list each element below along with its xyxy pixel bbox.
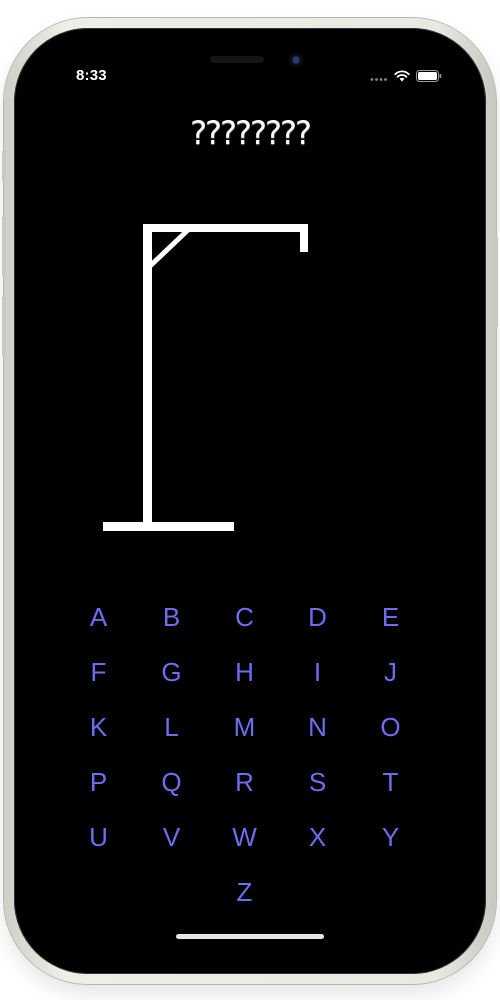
letter-key-t[interactable]: T — [383, 767, 399, 798]
battery-icon — [416, 69, 442, 87]
letter-key-d[interactable]: D — [308, 602, 327, 633]
letter-key-z[interactable]: Z — [237, 877, 253, 908]
home-indicator[interactable] — [176, 934, 324, 939]
letter-key-i[interactable]: I — [314, 657, 321, 688]
silent-switch — [2, 150, 6, 182]
gallows-base — [103, 522, 234, 531]
status-time: 8:33 — [76, 67, 107, 84]
volume-up-button — [2, 216, 6, 276]
letter-key-l[interactable]: L — [164, 712, 178, 743]
wifi-icon — [394, 69, 410, 87]
gallows-beam — [143, 224, 308, 232]
letter-key-h[interactable]: H — [235, 657, 254, 688]
letter-key-p[interactable]: P — [90, 767, 107, 798]
letter-key-m[interactable]: M — [234, 712, 256, 743]
letter-key-s[interactable]: S — [309, 767, 326, 798]
letter-key-o[interactable]: O — [380, 712, 400, 743]
letter-key-w[interactable]: W — [232, 822, 257, 853]
letter-keyboard: A B C D E F G H I J K L M N O P Q R S T U V W X Y Z — [62, 590, 428, 920]
power-button — [494, 236, 498, 328]
volume-down-button — [2, 296, 6, 356]
letter-key-c[interactable]: C — [235, 602, 254, 633]
letter-key-j[interactable]: J — [384, 657, 397, 688]
app-screen: 8:33 ???????? A B C D E F G H I J K L M … — [30, 44, 470, 958]
earpiece-speaker — [210, 56, 264, 63]
letter-key-y[interactable]: Y — [382, 822, 399, 853]
letter-key-n[interactable]: N — [308, 712, 327, 743]
gallows-brace — [144, 224, 194, 272]
letter-key-x[interactable]: X — [309, 822, 326, 853]
letter-key-r[interactable]: R — [235, 767, 254, 798]
gallows-rope — [300, 224, 308, 252]
letter-key-u[interactable]: U — [89, 822, 108, 853]
letter-key-q[interactable]: Q — [161, 767, 181, 798]
letter-key-g[interactable]: G — [161, 657, 181, 688]
letter-key-v[interactable]: V — [163, 822, 180, 853]
letter-key-e[interactable]: E — [382, 602, 399, 633]
letter-key-f[interactable]: F — [91, 657, 107, 688]
signal-icon — [370, 69, 388, 87]
letter-key-a[interactable]: A — [90, 602, 107, 633]
front-camera — [289, 53, 303, 67]
letter-key-b[interactable]: B — [163, 602, 180, 633]
letter-key-k[interactable]: K — [90, 712, 107, 743]
status-icons — [370, 69, 442, 87]
